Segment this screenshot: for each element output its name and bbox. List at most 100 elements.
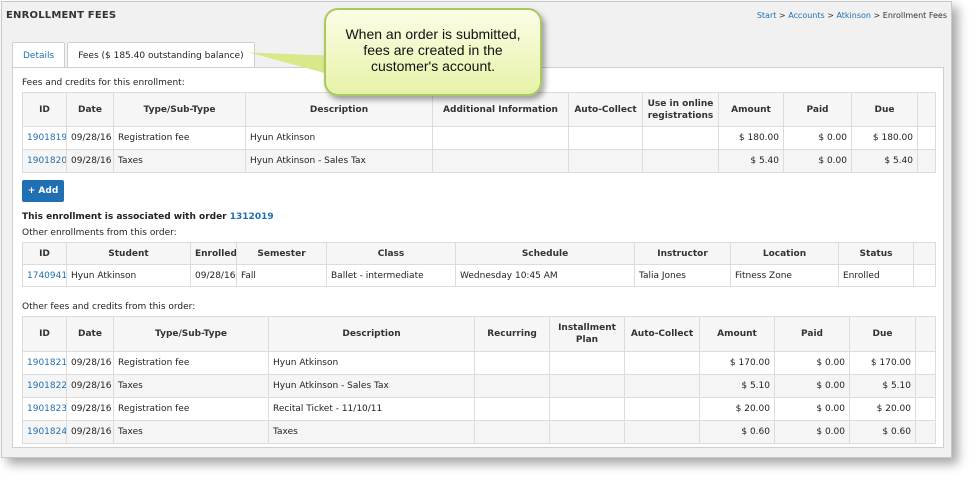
- col-installment-plan[interactable]: Installment Plan: [549, 316, 625, 352]
- fees-table: ID Date Type/Sub-Type Description Additi…: [22, 92, 936, 173]
- col-description[interactable]: Description: [245, 92, 433, 127]
- col-recurring[interactable]: Recurring: [474, 316, 550, 352]
- fee-online: [642, 149, 719, 173]
- col-class[interactable]: Class: [326, 242, 456, 265]
- other-fee-amount: $ 5.10: [699, 374, 775, 398]
- other-fee-date: 09/28/16: [66, 397, 114, 421]
- other-fee-paid: $ 0.00: [774, 397, 850, 421]
- breadcrumb-atkinson[interactable]: Atkinson: [836, 11, 871, 20]
- other-fee-auto-collect: [624, 420, 700, 444]
- fee-description: Hyun Atkinson - Sales Tax: [245, 149, 433, 173]
- app-window: ENROLLMENT FEES Start > Accounts > Atkin…: [1, 1, 952, 458]
- col-type[interactable]: Type/Sub-Type: [113, 92, 246, 127]
- enrollment-id-link[interactable]: 1740941: [22, 264, 67, 287]
- fee-additional-info: [432, 149, 569, 173]
- fee-date: 09/28/16: [66, 149, 114, 173]
- other-fee-id-link[interactable]: 1901823: [22, 397, 67, 421]
- col-id[interactable]: ID: [22, 242, 67, 265]
- enrollment-actions: [913, 264, 936, 287]
- enrollment-semester: Fall: [236, 264, 327, 287]
- col-online-registrations[interactable]: Use in online registrations: [642, 92, 719, 127]
- breadcrumb: Start > Accounts > Atkinson > Enrollment…: [756, 11, 947, 20]
- col-instructor[interactable]: Instructor: [634, 242, 731, 265]
- fee-online: [642, 126, 719, 150]
- col-auto-collect[interactable]: Auto-Collect: [624, 316, 700, 352]
- other-fee-auto-collect: [624, 374, 700, 398]
- fee-type: Registration fee: [113, 126, 246, 150]
- other-fee-id-link[interactable]: 1901822: [22, 374, 67, 398]
- table-row: 1901822 09/28/16 Taxes Hyun Atkinson - S…: [22, 374, 936, 398]
- other-fee-description: Recital Ticket - 11/10/11: [268, 397, 475, 421]
- other-fee-description: Taxes: [268, 420, 475, 444]
- col-enrolled[interactable]: Enrolled: [190, 242, 237, 265]
- tab-fees[interactable]: Fees ($ 185.40 outstanding balance): [67, 42, 255, 69]
- other-fee-amount: $ 170.00: [699, 351, 775, 375]
- table-row: 1901823 09/28/16 Registration fee Recita…: [22, 397, 936, 421]
- col-due[interactable]: Due: [851, 92, 918, 127]
- other-fee-due: $ 20.00: [849, 397, 916, 421]
- fee-actions: [917, 149, 936, 173]
- col-paid[interactable]: Paid: [783, 92, 852, 127]
- other-fee-amount: $ 20.00: [699, 397, 775, 421]
- other-fee-recurring: [474, 397, 550, 421]
- breadcrumb-accounts[interactable]: Accounts: [788, 11, 824, 20]
- other-fee-recurring: [474, 420, 550, 444]
- fee-auto-collect: [568, 149, 643, 173]
- col-auto-collect[interactable]: Auto-Collect: [568, 92, 643, 127]
- col-paid[interactable]: Paid: [774, 316, 850, 352]
- col-id[interactable]: ID: [22, 92, 67, 127]
- other-fees-section-label: Other fees and credits from this order:: [22, 302, 196, 312]
- add-fee-button[interactable]: + Add: [22, 180, 64, 202]
- fees-panel: Fees and credits for this enrollment: ID…: [12, 67, 944, 448]
- fee-actions: [917, 126, 936, 150]
- other-fee-paid: $ 0.00: [774, 351, 850, 375]
- fee-id-link[interactable]: 1901819: [22, 126, 67, 150]
- other-fee-recurring: [474, 351, 550, 375]
- other-fee-id-link[interactable]: 1901821: [22, 351, 67, 375]
- other-fee-installment: [549, 374, 625, 398]
- col-location[interactable]: Location: [730, 242, 839, 265]
- other-fee-installment: [549, 397, 625, 421]
- other-fee-actions: [915, 397, 936, 421]
- other-fee-date: 09/28/16: [66, 420, 114, 444]
- order-association: This enrollment is associated with order…: [22, 212, 274, 222]
- other-fee-actions: [915, 374, 936, 398]
- order-number-link[interactable]: 1312019: [230, 212, 274, 222]
- other-fee-recurring: [474, 374, 550, 398]
- col-id[interactable]: ID: [22, 316, 67, 352]
- table-row: 1901820 09/28/16 Taxes Hyun Atkinson - S…: [22, 149, 936, 173]
- tab-details[interactable]: Details: [12, 42, 66, 68]
- fee-paid: $ 0.00: [783, 149, 852, 173]
- other-fee-paid: $ 0.00: [774, 374, 850, 398]
- other-fee-date: 09/28/16: [66, 351, 114, 375]
- other-fee-installment: [549, 420, 625, 444]
- col-semester[interactable]: Semester: [236, 242, 327, 265]
- col-date[interactable]: Date: [66, 316, 114, 352]
- col-amount[interactable]: Amount: [718, 92, 784, 127]
- col-actions: [917, 92, 936, 127]
- col-due[interactable]: Due: [849, 316, 916, 352]
- col-date[interactable]: Date: [66, 92, 114, 127]
- other-fee-installment: [549, 351, 625, 375]
- col-actions: [913, 242, 936, 265]
- fee-id-link[interactable]: 1901820: [22, 149, 67, 173]
- other-fee-type: Taxes: [113, 374, 269, 398]
- fee-description: Hyun Atkinson: [245, 126, 433, 150]
- other-fee-actions: [915, 420, 936, 444]
- other-fee-id-link[interactable]: 1901824: [22, 420, 67, 444]
- page-title: ENROLLMENT FEES: [6, 10, 117, 21]
- col-status[interactable]: Status: [838, 242, 914, 265]
- col-additional-info[interactable]: Additional Information: [432, 92, 569, 127]
- col-type[interactable]: Type/Sub-Type: [113, 316, 269, 352]
- other-fee-description: Hyun Atkinson - Sales Tax: [268, 374, 475, 398]
- col-student[interactable]: Student: [66, 242, 191, 265]
- enrollment-location: Fitness Zone: [730, 264, 839, 287]
- breadcrumb-start[interactable]: Start: [757, 11, 777, 20]
- col-schedule[interactable]: Schedule: [455, 242, 635, 265]
- table-row: 1901824 09/28/16 Taxes Taxes $ 0.60 $ 0.…: [22, 420, 936, 444]
- other-fee-amount: $ 0.60: [699, 420, 775, 444]
- other-fee-paid: $ 0.00: [774, 420, 850, 444]
- col-amount[interactable]: Amount: [699, 316, 775, 352]
- col-description[interactable]: Description: [268, 316, 475, 352]
- tab-bar: Details Fees ($ 185.40 outstanding balan…: [12, 42, 257, 69]
